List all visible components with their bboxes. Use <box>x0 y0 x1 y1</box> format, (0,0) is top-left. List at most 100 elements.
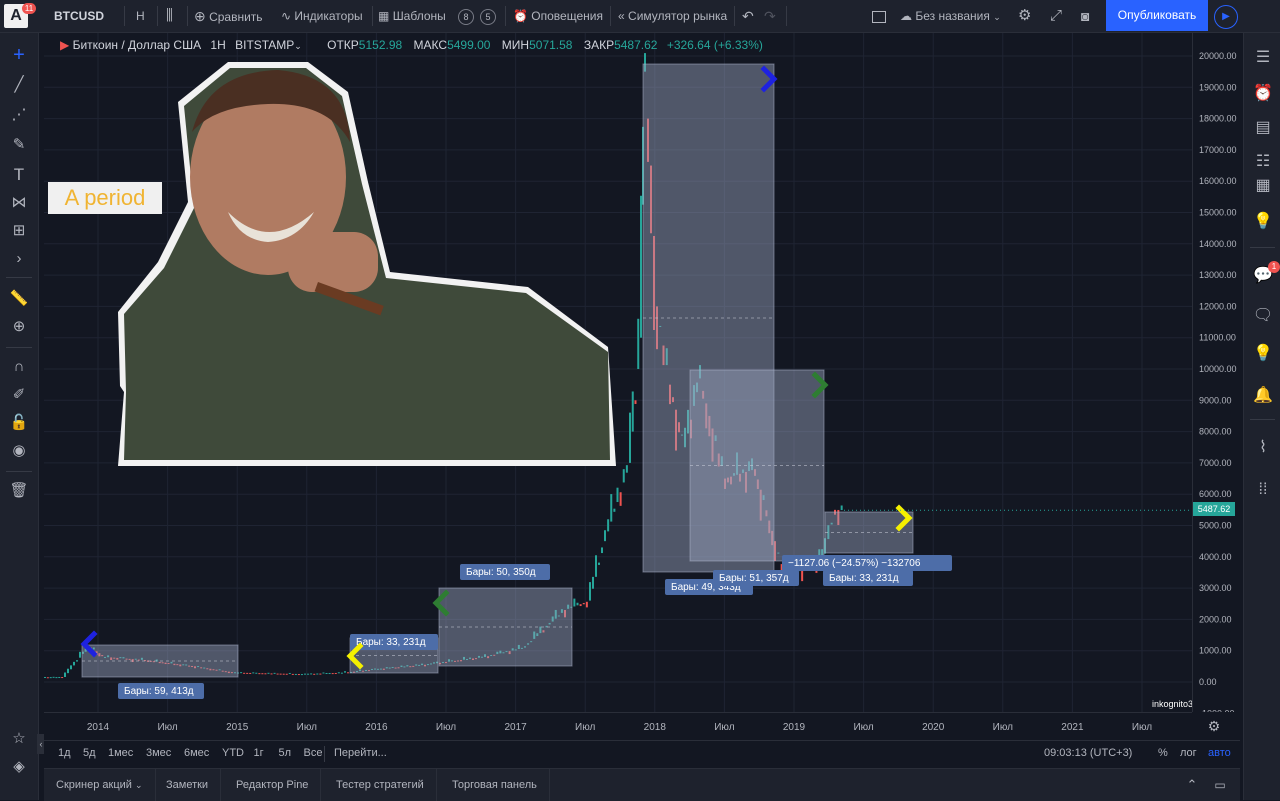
interval-selector[interactable]: H <box>136 0 145 32</box>
text-tool-icon[interactable]: T <box>9 165 29 185</box>
time-tick-label: 2014 <box>87 722 110 733</box>
object-tree-icon[interactable]: ◈ <box>9 757 29 777</box>
percent-scale-toggle[interactable]: % <box>1158 741 1168 769</box>
candle <box>347 672 349 674</box>
redo-icon[interactable]: ↷ <box>764 0 776 32</box>
goto-date-button[interactable]: Перейти... <box>334 741 387 769</box>
settings-gear-icon[interactable]: ⚙ <box>1018 0 1031 32</box>
prediction-tool-icon[interactable]: ⊞ <box>9 221 29 241</box>
ruler-icon[interactable]: 📏 <box>9 289 29 309</box>
legend-interval: 1Н <box>210 38 226 52</box>
zoom-in-icon[interactable]: ⊕ <box>9 317 29 337</box>
template-slot-5[interactable]: 5 <box>480 0 500 32</box>
pattern-tool-icon[interactable]: ⋈ <box>9 193 29 213</box>
fullscreen-icon[interactable]: ⤢ <box>1050 0 1062 32</box>
candle <box>573 598 576 607</box>
person-photo-sticker[interactable] <box>118 62 616 466</box>
chevron-up-icon[interactable]: ⌃ <box>1182 775 1202 795</box>
chart-type-candles-icon[interactable]: ⫼ <box>166 0 173 32</box>
legend-exchange[interactable]: BITSTAMP <box>235 38 294 52</box>
candle <box>598 562 600 565</box>
alerts-clock-icon[interactable]: ⏰ <box>1252 83 1274 105</box>
tab-trading-panel[interactable]: Торговая панель <box>440 769 550 801</box>
tab-stock-screener[interactable]: Скринер акций ⌄ <box>44 769 156 801</box>
play-icon[interactable]: ▶ <box>1214 5 1238 29</box>
range-button-3мес[interactable]: 3мес <box>146 741 171 769</box>
candle <box>344 671 346 673</box>
brush-icon[interactable]: ✎ <box>9 135 29 155</box>
publish-button[interactable]: Опубликовать <box>1106 0 1208 31</box>
trash-icon[interactable]: 🗑 <box>9 481 29 501</box>
alerts-button[interactable]: ⏰ Оповещения <box>513 0 603 32</box>
trend-line-icon[interactable]: ╱ <box>9 75 29 95</box>
watchlist-icon[interactable]: ☰ <box>1252 47 1274 69</box>
range-button-5д[interactable]: 5д <box>83 741 96 769</box>
magnet-icon[interactable]: ∩ <box>9 357 29 377</box>
hotlist-icon[interactable]: ☷ <box>1252 151 1274 173</box>
private-chat-icon[interactable]: 🗨 <box>1252 305 1274 327</box>
right-widget-bar: ☰ ⏰ ▤ ☷ ▦ 💡 💬 1 🗨 💡 🔔 ⌇ ⁞⁞ <box>1243 33 1280 800</box>
candle <box>313 673 316 675</box>
undo-icon[interactable]: ↶ <box>742 0 754 32</box>
time-axis[interactable]: 2014 Июл 2015 Июл 2016 Июл 2017 Июл 2018 Июл 2019 И… <box>44 712 1192 741</box>
candle <box>288 672 291 674</box>
ideas-lightbulb-icon[interactable]: 💡 <box>1252 211 1274 233</box>
candle <box>273 672 276 674</box>
layout-select-icon[interactable] <box>872 0 886 32</box>
favorites-star-icon[interactable]: ☆ <box>9 729 29 749</box>
camera-snapshot-icon[interactable]: ◙ <box>1081 0 1089 32</box>
maximize-panel-icon[interactable]: ▭ <box>1210 775 1230 795</box>
range-button-1г[interactable]: 1г <box>254 741 264 769</box>
candle <box>252 672 255 674</box>
crosshair-icon[interactable]: + <box>9 45 29 65</box>
indicators-button[interactable]: ∿ Индикаторы <box>281 0 363 32</box>
tab-notes[interactable]: Заметки <box>154 769 222 801</box>
candle <box>240 672 243 674</box>
candle <box>52 676 55 678</box>
notification-bell-icon[interactable]: 🔔 <box>1252 385 1274 407</box>
axis-settings-gear-icon[interactable]: ⚙ <box>1204 716 1224 736</box>
tab-pine-editor[interactable]: Редактор Pine <box>224 769 322 801</box>
candle <box>73 661 75 666</box>
templates-button[interactable]: ▦ Шаблоны <box>378 0 446 32</box>
candle <box>279 673 282 675</box>
template-slot-8[interactable]: 8 <box>458 0 478 32</box>
data-window-icon[interactable]: ▤ <box>1252 117 1274 139</box>
fib-tool-icon[interactable]: ⋰ <box>9 105 29 125</box>
save-layout-button[interactable]: ☁ Без названия ⌄ <box>900 0 1001 32</box>
price-axis[interactable]: 20000.00 19000.00 18000.00 17000.00 16000.00… <box>1192 33 1241 718</box>
eye-icon[interactable]: ◉ <box>9 441 29 461</box>
candle <box>601 547 603 554</box>
range-button-YTD[interactable]: YTD <box>222 741 244 769</box>
calendar-icon[interactable]: ▦ <box>1252 175 1274 197</box>
stay-in-drawing-mode-icon[interactable]: ✐ <box>9 385 29 405</box>
log-scale-toggle[interactable]: лог <box>1180 741 1197 769</box>
time-axis-labels: 2014 Июл 2015 Июл 2016 Июл 2017 Июл 2018 Июл 2019 И… <box>87 722 1152 733</box>
range-button-1д[interactable]: 1д <box>58 741 71 769</box>
legend-title[interactable]: Биткоин / Доллар США <box>73 38 202 52</box>
candle <box>585 601 588 608</box>
lock-icon[interactable]: 🔓 <box>9 413 29 433</box>
notifications-lamp-icon[interactable]: 💡 <box>1252 343 1274 365</box>
range-button-5л[interactable]: 5л <box>279 741 292 769</box>
candle <box>619 492 622 506</box>
chevron-down-icon: ⌄ <box>134 780 143 790</box>
compare-button[interactable]: ⊕ Сравнить <box>194 0 263 32</box>
symbol-search[interactable]: BTCUSD <box>54 0 104 32</box>
clock-timezone[interactable]: 09:03:13 (UTC+3) <box>1044 741 1132 769</box>
auto-scale-toggle[interactable]: авто <box>1208 741 1231 769</box>
apps-grid-icon[interactable]: ⁞⁞ <box>1252 479 1274 501</box>
measure-tag-5-text: Бары: 51, 357д <box>719 573 789 584</box>
range-button-Все[interactable]: Все <box>304 741 323 769</box>
candle <box>291 673 294 675</box>
chart-pulse-icon[interactable]: ⌇ <box>1252 437 1274 459</box>
annotation-text-label[interactable]: A period <box>48 182 162 214</box>
price-tick-label: 20000.00 <box>1199 51 1237 61</box>
chevron-right-icon[interactable]: › <box>9 249 29 269</box>
range-button-1мес[interactable]: 1мес <box>108 741 133 769</box>
range-button-6мес[interactable]: 6мес <box>184 741 209 769</box>
market-replay-button[interactable]: « Симулятор рынка <box>618 0 727 32</box>
candle <box>264 673 267 675</box>
candle <box>331 673 334 675</box>
tab-strategy-tester[interactable]: Тестер стратегий <box>324 769 437 801</box>
